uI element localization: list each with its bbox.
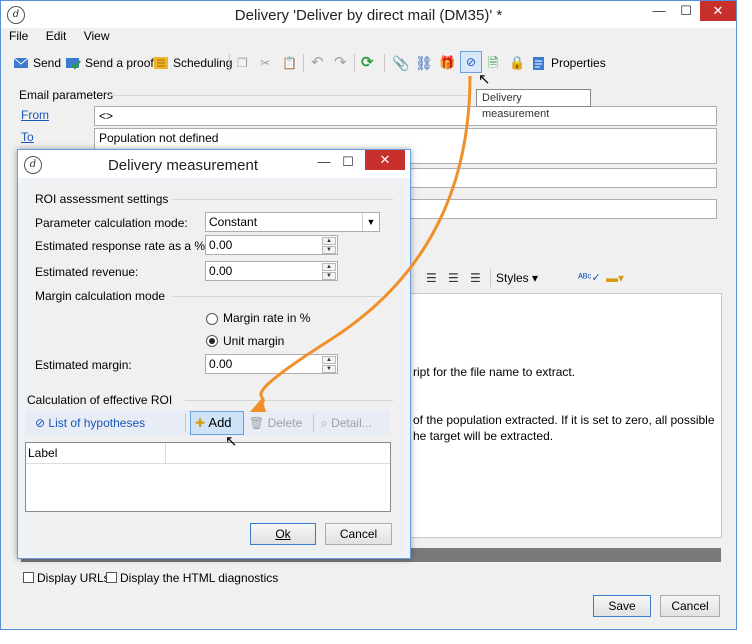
mouse-cursor-icon: ↖ (225, 433, 238, 450)
mouse-cursor-icon: ↖ (478, 71, 491, 88)
arrow-curve (257, 75, 472, 409)
annotation-arrow (250, 75, 472, 412)
